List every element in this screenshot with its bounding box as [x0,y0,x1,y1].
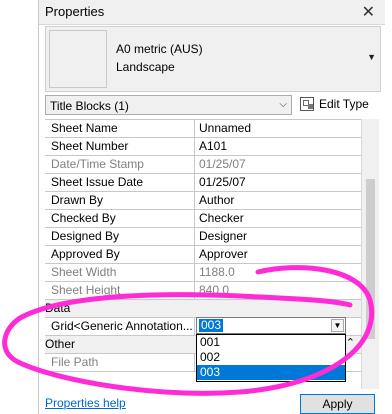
scrollbar-thumb[interactable] [366,179,375,339]
property-row[interactable]: Checked By Checker [45,210,361,228]
property-value[interactable]: Unnamed [196,120,360,137]
property-name: Drawn By [45,192,195,209]
property-row: Sheet Height 840.0 [45,282,361,300]
dropdown-option-highlighted[interactable]: 003 [197,365,345,380]
properties-panel: Properties ✕ A0 metric (AUS) Landscape ▼… [0,0,392,414]
dropdown-option[interactable]: 002 [197,350,345,365]
property-name: Checked By [45,210,195,227]
group-label: Data [45,301,71,315]
property-value[interactable]: Checker [196,210,360,227]
dropdown-option[interactable]: 001 [197,335,345,350]
instance-filter-value: Title Blocks (1) [50,99,129,113]
vertical-scrollbar[interactable] [361,119,379,389]
chevron-down-icon[interactable]: ▼ [331,319,344,332]
property-name: Sheet Height [45,282,195,299]
type-dropdown-arrow-icon[interactable]: ▼ [367,52,376,62]
selected-value: 003 [199,318,224,332]
panel-title: Properties [45,4,105,19]
type-thumbnail [49,30,107,88]
property-name: Date/Time Stamp [45,156,195,173]
edit-type-button[interactable]: Edit Type [298,96,382,114]
property-row[interactable]: Drawn By Author [45,192,361,210]
property-row[interactable]: Approved By Approver [45,246,361,264]
type-family-label: A0 metric (AUS) [116,42,203,56]
edit-type-icon [300,97,314,111]
property-row: Date/Time Stamp 01/25/07 [45,156,361,174]
property-row[interactable]: Sheet Number A101 [45,138,361,156]
group-header-data[interactable]: Data [45,300,361,318]
property-value: 01/25/07 [199,157,246,171]
property-row[interactable]: Sheet Name Unnamed [45,120,361,138]
property-value[interactable]: Approver [196,246,360,263]
property-value[interactable]: Author [196,192,360,209]
property-row: Sheet Width 1188.0 [45,264,361,282]
collapse-icon[interactable]: ⌃ [346,336,355,349]
property-name: Sheet Width [45,264,195,281]
property-name: Approved By [45,246,195,263]
chevron-down-icon: ⌵ [279,99,287,110]
property-name: Grid<Generic Annotation... [45,318,195,335]
panel-left-border [38,0,39,414]
property-name: File Path [45,354,195,371]
property-name: Sheet Issue Date [45,174,195,191]
property-name: Sheet Number [45,138,195,155]
property-value: 1188.0 [199,265,235,279]
property-value[interactable]: A101 [196,138,360,155]
edit-type-label: Edit Type [319,97,369,111]
grid-value-dropdown: 001 002 003 [196,334,346,382]
type-selector[interactable]: A0 metric (AUS) Landscape ▼ [45,26,381,92]
property-row[interactable]: Designed By Designer [45,228,361,246]
property-name: Sheet Name [45,120,195,137]
close-icon[interactable]: ✕ [362,2,375,22]
property-value[interactable]: 01/25/07 [196,174,360,191]
panel-titlebar: Properties ✕ [39,0,385,25]
property-value: 840.0 [199,283,230,297]
apply-button[interactable]: Apply [300,394,375,414]
property-row[interactable]: Sheet Issue Date 01/25/07 [45,174,361,192]
group-label: Other [45,337,76,351]
properties-help-link[interactable]: Properties help [45,396,126,410]
type-name-label: Landscape [116,60,175,74]
instance-filter-select[interactable]: Title Blocks (1) ⌵ [45,95,292,115]
property-name: Designed By [45,228,195,245]
property-value[interactable]: Designer [196,228,360,245]
grid-value-select[interactable]: 003 ▼ [196,317,346,334]
